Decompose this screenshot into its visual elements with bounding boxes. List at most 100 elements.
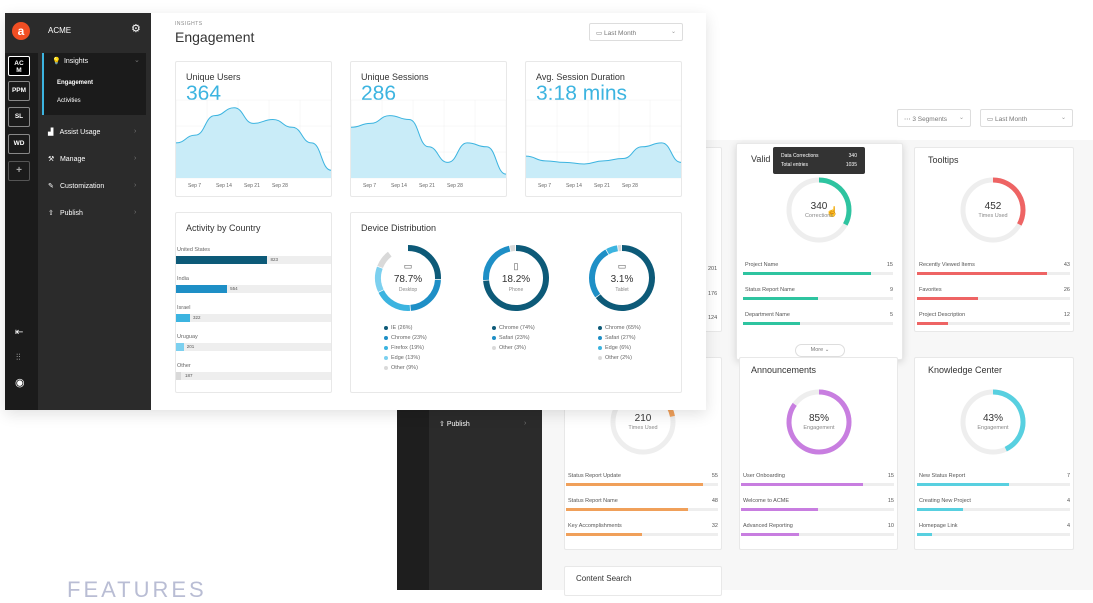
row-value: 15 — [884, 498, 894, 504]
row-bar — [917, 322, 948, 325]
legend-item: Other (9%) — [384, 365, 418, 371]
legend-dot — [598, 326, 602, 330]
row-value: 15 — [884, 473, 894, 479]
row-value: 48 — [708, 498, 718, 504]
country-bar-track — [176, 372, 331, 380]
monitor-icon: ▭ — [398, 261, 418, 272]
legend-dot — [598, 356, 602, 360]
row-label: Status Report Name — [745, 287, 795, 293]
x-tick-label: Sep 14 — [566, 183, 582, 189]
row-value: 15 — [883, 262, 893, 268]
legend-item: Chrome (74%) — [492, 325, 535, 331]
row-label: Department Name — [745, 312, 790, 318]
legend-dot — [384, 366, 388, 370]
row-value: 10 — [884, 523, 894, 529]
country-bar-track — [176, 343, 331, 351]
country-value: 554 — [230, 286, 238, 291]
x-tick-label: Sep 28 — [622, 183, 638, 189]
country-bar — [176, 256, 267, 264]
ring-value: 340 — [769, 201, 869, 212]
device-ring-segment — [381, 291, 410, 308]
legend-item: Chrome (65%) — [598, 325, 641, 331]
x-tick-label: Sep 28 — [272, 183, 288, 189]
legend-item: Firefox (19%) — [384, 345, 424, 351]
row-bar — [566, 508, 688, 511]
country-value: 187 — [185, 373, 193, 378]
legend-label: Chrome (23%) — [391, 335, 427, 341]
x-tick-label: Sep 21 — [594, 183, 610, 189]
row-value: 5 — [883, 312, 893, 318]
ring-value: 210 — [593, 413, 693, 424]
ring-label: Engagement — [943, 425, 1043, 431]
row-label: Recently Viewed Items — [919, 262, 975, 268]
row-bar-track — [917, 533, 1070, 536]
ring-label: Times Used — [593, 425, 693, 431]
row-label: Status Report Update — [568, 473, 621, 479]
row-label: Favorites — [919, 287, 942, 293]
legend-dot — [384, 346, 388, 350]
row-bar — [917, 533, 932, 536]
x-tick-label: Sep 7 — [363, 183, 376, 189]
row-value: 9 — [883, 287, 893, 293]
legend-label: Other (2%) — [605, 355, 632, 361]
row-label: Homepage Link — [919, 523, 958, 529]
row-value: 32 — [708, 523, 718, 529]
tablet-icon: ▭ — [612, 261, 632, 272]
country-value: 322 — [193, 315, 201, 320]
device-percent: 3.1% — [572, 274, 672, 285]
row-label: Status Report Name — [568, 498, 618, 504]
x-tick-label: Sep 28 — [447, 183, 463, 189]
row-value: 55 — [708, 473, 718, 479]
ring-label: Corrections — [769, 213, 869, 219]
country-bar — [176, 285, 227, 293]
ring-label: Times Used — [943, 213, 1043, 219]
device-percent: 78.7% — [358, 274, 458, 285]
country-value: 823 — [270, 257, 278, 262]
device-ring-segment — [380, 254, 390, 267]
x-tick-label: Sep 7 — [538, 183, 551, 189]
row-label: Welcome to ACME — [743, 498, 789, 504]
legend-label: Edge (6%) — [605, 345, 631, 351]
row-value: 7 — [1060, 473, 1070, 479]
x-tick-label: Sep 7 — [188, 183, 201, 189]
country-name: India — [177, 276, 189, 282]
device-ring-segment — [608, 248, 618, 251]
legend-label: Firefox (19%) — [391, 345, 424, 351]
device-name: Phone — [466, 287, 566, 293]
legend-dot — [384, 356, 388, 360]
row-value: 12 — [1060, 312, 1070, 318]
x-tick-label: Sep 14 — [216, 183, 232, 189]
row-label: Key Accomplishments — [568, 523, 622, 529]
country-name: Israel — [177, 305, 190, 311]
legend-item: Safari (23%) — [492, 335, 530, 341]
country-bar — [176, 343, 184, 351]
device-percent: 18.2% — [466, 274, 566, 285]
legend-label: IE (26%) — [391, 325, 412, 331]
legend-item: IE (26%) — [384, 325, 412, 331]
row-label: Advanced Reporting — [743, 523, 793, 529]
legend-label: Chrome (74%) — [499, 325, 535, 331]
country-name: Uruguay — [177, 334, 198, 340]
country-name: United States — [177, 247, 210, 253]
row-bar — [566, 533, 642, 536]
x-tick-label: Sep 21 — [419, 183, 435, 189]
country-name: Other — [177, 363, 191, 369]
row-bar — [917, 272, 1047, 275]
ring-value: 85% — [769, 413, 869, 424]
device-name: Tablet — [572, 287, 672, 293]
x-tick-label: Sep 14 — [391, 183, 407, 189]
row-bar — [743, 297, 818, 300]
legend-item: Other (3%) — [492, 345, 526, 351]
row-bar — [741, 508, 818, 511]
row-bar — [743, 322, 800, 325]
row-value: 4 — [1060, 498, 1070, 504]
legend-label: Other (3%) — [499, 345, 526, 351]
legend-dot — [492, 346, 496, 350]
row-bar — [741, 483, 863, 486]
legend-dot — [598, 346, 602, 350]
x-tick-label: Sep 21 — [244, 183, 260, 189]
legend-item: Other (2%) — [598, 355, 632, 361]
ring-label: Engagement — [769, 425, 869, 431]
row-label: New Status Report — [919, 473, 965, 479]
legend-dot — [492, 326, 496, 330]
